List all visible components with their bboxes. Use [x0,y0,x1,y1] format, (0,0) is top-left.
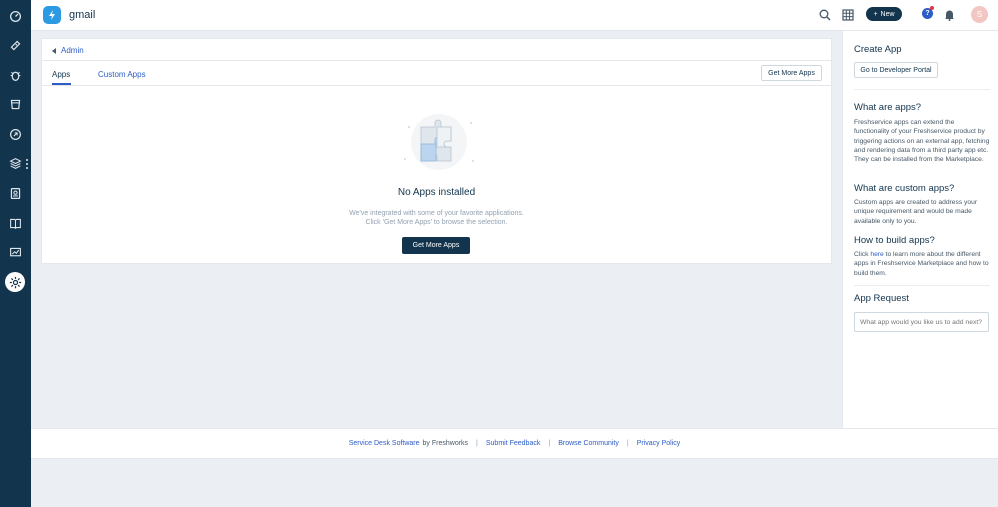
reports-icon[interactable] [8,245,23,260]
apps-panel: Admin Apps Custom Apps Get More Apps No … [41,38,832,264]
app-request-title: App Request [854,293,909,304]
page-footer: Service Desk Software by Freshworks | Su… [31,428,998,459]
empty-state-description: We've integrated with some of your favor… [42,209,831,227]
empty-state-line-2: Click 'Get More Apps' to browse the sele… [365,219,508,226]
build-apps-text: Click here to learn more about the diffe… [854,251,989,277]
apps-grid-icon[interactable] [841,8,855,22]
breadcrumb-admin-link[interactable]: Admin [61,46,84,55]
build-apps-title: How to build apps? [854,235,935,246]
get-more-apps-primary-button[interactable]: Get More Apps [402,237,470,254]
tab-apps[interactable]: Apps [52,70,70,79]
divider [42,85,831,86]
browse-community-link[interactable]: Browse Community [558,440,619,447]
admin-gear-icon[interactable] [5,272,25,292]
empty-state-title: No Apps installed [397,187,476,198]
footer-separator: | [476,440,478,447]
freshservice-logo-icon[interactable] [43,6,61,24]
tab-custom-apps[interactable]: Custom Apps [98,70,146,79]
notification-dot [930,6,934,10]
plus-icon: + [873,10,878,18]
what-are-apps-title: What are apps? [854,102,922,113]
changes-icon[interactable] [8,97,23,112]
footer-separator: | [548,440,551,447]
left-sidebar [0,0,31,507]
footer-separator: | [626,440,629,447]
dashboard-icon[interactable] [8,9,23,24]
search-icon[interactable] [818,8,832,22]
divider [854,285,990,286]
tickets-icon[interactable] [8,38,23,53]
privacy-policy-link[interactable]: Privacy Policy [637,440,681,447]
empty-state-line-1: We've integrated with some of your favor… [349,210,524,217]
bell-icon[interactable] [942,8,956,22]
releases-icon[interactable] [8,127,23,142]
custom-apps-text: Custom apps are created to address your … [854,199,978,225]
breadcrumb[interactable]: Admin [52,46,84,55]
new-button[interactable]: + New [866,7,902,21]
problems-icon[interactable] [8,68,23,83]
workspace-name: gmail [69,9,96,21]
custom-apps-title: What are custom apps? [854,183,955,194]
puzzle-illustration-icon [404,114,474,170]
what-are-apps-text: Freshservice apps can extend the functio… [854,119,990,164]
footer-links: Service Desk Software by Freshworks | Su… [31,440,998,447]
more-dots-icon[interactable] [25,158,29,170]
create-app-title: Create App [854,44,902,55]
user-avatar[interactable]: S [971,6,988,23]
back-caret-icon[interactable] [52,47,56,54]
top-header: gmail + New ? S [31,0,998,31]
assets-icon[interactable] [8,156,23,171]
help-side-panel: Create App Go to Developer Portal What a… [842,31,998,428]
by-freshworks-text: by Freshworks [422,440,469,447]
contracts-icon[interactable] [8,186,23,201]
solutions-icon[interactable] [8,216,23,231]
developer-portal-button[interactable]: Go to Developer Portal [854,62,938,78]
new-button-label: New [880,10,895,18]
service-desk-software-link[interactable]: Service Desk Software [349,440,420,447]
divider [42,60,831,61]
app-request-input[interactable] [854,312,989,332]
build-apps-here-link[interactable]: here [870,251,883,258]
divider [854,89,990,90]
submit-feedback-link[interactable]: Submit Feedback [486,440,540,447]
get-more-apps-button[interactable]: Get More Apps [761,65,822,81]
